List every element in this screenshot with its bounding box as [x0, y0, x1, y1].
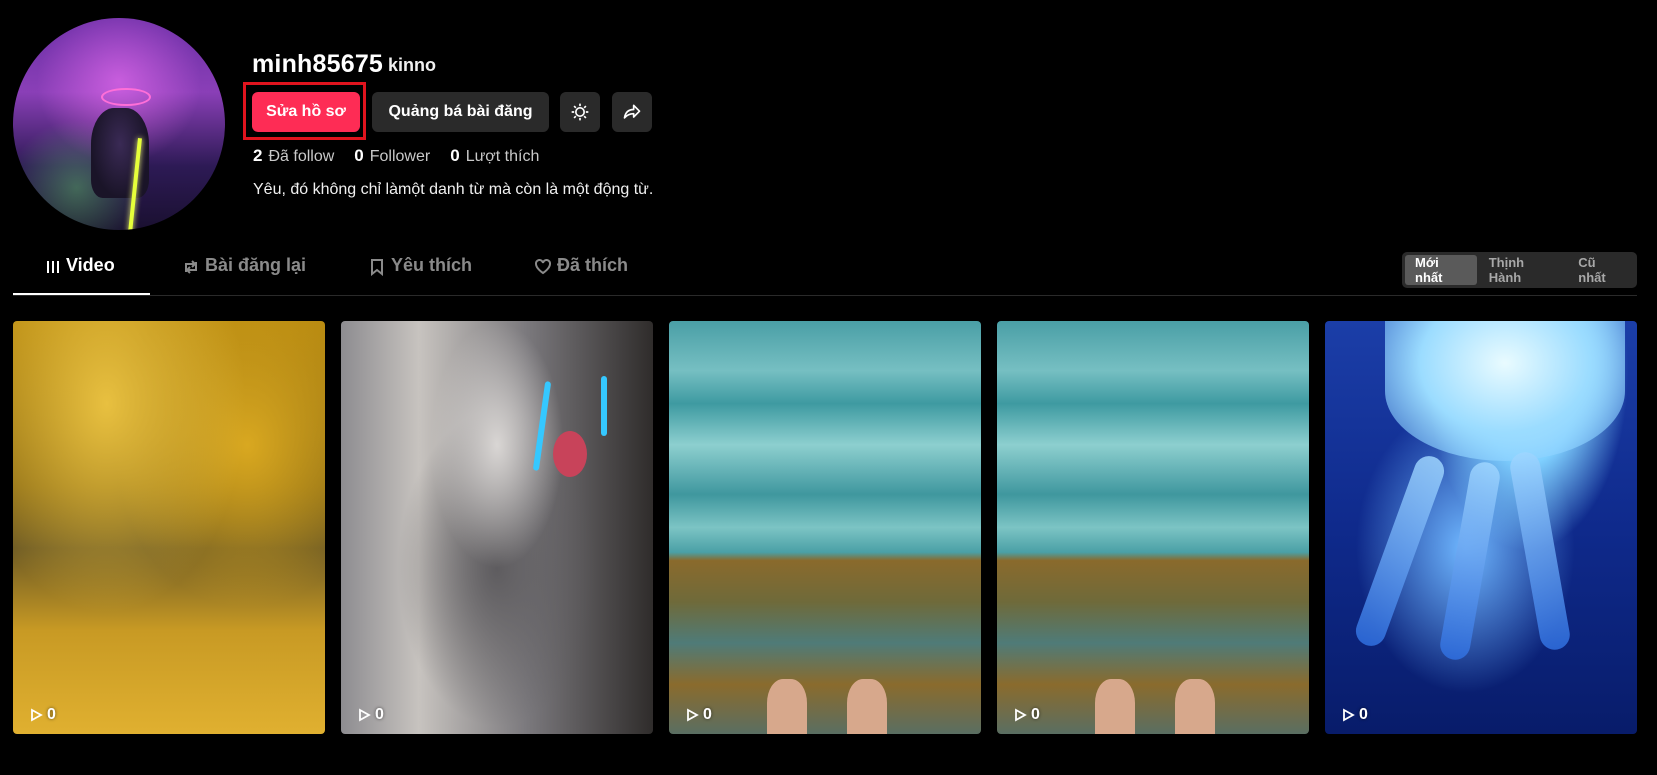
- sort-newest[interactable]: Mới nhất: [1405, 255, 1477, 285]
- tab-reposts-label: Bài đăng lại: [205, 255, 307, 275]
- followers-count: 0: [354, 146, 364, 165]
- nickname: kinno: [388, 55, 436, 75]
- sort-oldest[interactable]: Cũ nhất: [1568, 255, 1634, 285]
- likes-count: 0: [450, 146, 460, 165]
- share-button[interactable]: [612, 92, 652, 132]
- play-icon: [1343, 708, 1355, 722]
- cat-mouth: [553, 431, 587, 477]
- play-icon: [687, 708, 699, 722]
- tab-liked-label: Đã thích: [557, 255, 629, 275]
- likes-label: Lượt thích: [465, 148, 540, 165]
- video-grid: 0 0 0 0 0: [13, 321, 1637, 734]
- play-count-value: 0: [1359, 706, 1368, 723]
- active-tab-indicator: [13, 293, 150, 295]
- jellyfish-bell: [1385, 321, 1625, 461]
- share-icon: [623, 104, 641, 119]
- tab-video-label: Video: [66, 255, 115, 275]
- gear-icon: [571, 103, 589, 121]
- following-label: Đã follow: [268, 148, 335, 165]
- play-count-value: 0: [375, 706, 384, 723]
- play-count: 0: [685, 706, 712, 724]
- jellyfish-arm: [1351, 451, 1449, 651]
- heart-icon: [535, 259, 551, 275]
- edit-profile-button[interactable]: Sửa hồ sơ: [252, 92, 360, 132]
- settings-button[interactable]: [560, 92, 600, 132]
- play-count-value: 0: [1031, 706, 1040, 723]
- video-card[interactable]: 0: [669, 321, 981, 734]
- tab-liked[interactable]: Đã thích: [535, 255, 628, 295]
- username: minh85675: [252, 50, 384, 78]
- foot: [1175, 679, 1215, 734]
- play-icon: [359, 708, 371, 722]
- cat-tear: [601, 376, 607, 436]
- profile-stats: 2 Đã follow 0 Follower 0 Lượt thích: [253, 146, 539, 166]
- repost-icon: [185, 260, 197, 274]
- jellyfish-arm: [1437, 459, 1503, 663]
- foot: [1095, 679, 1135, 734]
- play-count: 0: [1341, 706, 1368, 724]
- tab-video[interactable]: Video: [46, 255, 115, 295]
- play-count-value: 0: [47, 706, 56, 723]
- avatar-halo: [101, 88, 151, 106]
- tab-reposts[interactable]: Bài đăng lại: [183, 255, 306, 295]
- promote-post-button[interactable]: Quảng bá bài đăng: [372, 92, 549, 132]
- foot: [847, 679, 887, 734]
- profile-tabs: Video Bài đăng lại Yêu thích Đã thích: [13, 255, 1637, 296]
- followers-stat[interactable]: 0 Follower: [354, 146, 430, 166]
- play-count: 0: [1013, 706, 1040, 724]
- play-count: 0: [29, 706, 56, 724]
- avatar[interactable]: [13, 18, 225, 230]
- play-icon: [1015, 708, 1027, 722]
- foot: [767, 679, 807, 734]
- video-card[interactable]: 0: [997, 321, 1309, 734]
- grid-bars-icon: [47, 261, 59, 273]
- video-card[interactable]: 0: [13, 321, 325, 734]
- play-count-value: 0: [703, 706, 712, 723]
- play-icon: [31, 708, 43, 722]
- video-card[interactable]: 0: [1325, 321, 1637, 734]
- video-card[interactable]: 0: [341, 321, 653, 734]
- following-count: 2: [253, 146, 263, 165]
- bookmark-icon: [371, 259, 383, 276]
- tab-favorites-label: Yêu thích: [391, 255, 473, 275]
- profile-bio: Yêu, đó không chỉ làmột danh từ mà còn l…: [253, 181, 654, 198]
- sort-toggle: Mới nhất Thịnh Hành Cũ nhất: [1402, 252, 1637, 288]
- jellyfish-arm: [1507, 449, 1573, 653]
- likes-stat: 0 Lượt thích: [450, 146, 539, 166]
- cat-tear: [532, 381, 552, 471]
- play-count: 0: [357, 706, 384, 724]
- tab-favorites[interactable]: Yêu thích: [369, 255, 472, 295]
- followers-label: Follower: [369, 148, 431, 165]
- sort-trending[interactable]: Thịnh Hành: [1479, 255, 1567, 285]
- following-stat[interactable]: 2 Đã follow: [253, 146, 334, 166]
